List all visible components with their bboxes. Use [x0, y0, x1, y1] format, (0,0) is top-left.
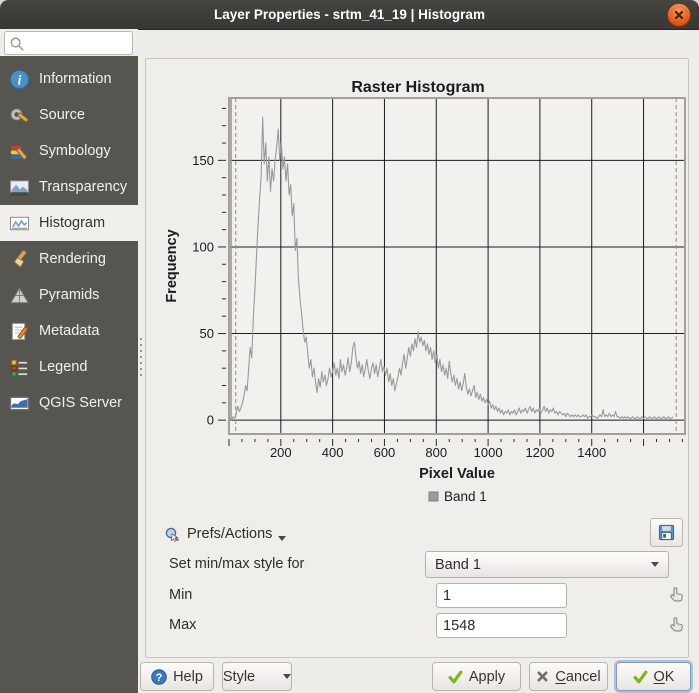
apply-button[interactable]: Apply: [432, 662, 521, 691]
sidebar-item-label: QGIS Server: [39, 395, 122, 411]
sidebar-item-label: Rendering: [39, 251, 106, 267]
svg-text:50: 50: [200, 326, 214, 341]
sidebar-item-legend[interactable]: Legend: [0, 349, 138, 385]
ok-label: OK: [654, 669, 675, 685]
sidebar-item-histogram[interactable]: Histogram: [0, 205, 138, 241]
svg-text:0: 0: [207, 413, 214, 428]
svg-text:150: 150: [192, 153, 214, 168]
transparency-icon: [8, 176, 30, 198]
metadata-icon: [8, 320, 30, 342]
sidebar-item-label: Transparency: [39, 179, 127, 195]
prefs-actions-label: Prefs/Actions: [187, 526, 272, 542]
style-label: Style: [223, 669, 255, 685]
prefs-actions-icon: [164, 526, 181, 543]
band-select-value: Band 1: [435, 557, 481, 573]
svg-text:200: 200: [270, 445, 292, 460]
max-input[interactable]: [436, 613, 567, 638]
min-label: Min: [169, 587, 192, 603]
svg-text:1400: 1400: [577, 445, 606, 460]
close-button[interactable]: [667, 3, 691, 27]
sidebar-item-label: Symbology: [39, 143, 111, 159]
chevron-down-icon: [283, 674, 291, 679]
sidebar-item-label: Pyramids: [39, 287, 99, 303]
x-icon: [536, 670, 549, 683]
cancel-button[interactable]: Cancel: [529, 662, 608, 691]
min-input[interactable]: [436, 583, 567, 608]
svg-text:600: 600: [374, 445, 396, 460]
symbology-icon: [8, 140, 30, 162]
panel-splitter-handle[interactable]: [140, 338, 142, 380]
svg-text:800: 800: [425, 445, 447, 460]
sidebar-item-source[interactable]: Source: [0, 97, 138, 133]
sidebar-item-label: Histogram: [39, 215, 105, 231]
check-icon: [633, 670, 648, 684]
qgis-server-icon: [8, 392, 30, 414]
sidebar-item-label: Metadata: [39, 323, 99, 339]
prefs-actions-button[interactable]: Prefs/Actions: [158, 521, 292, 547]
sidebar-nav: i Information Source Symbology: [0, 56, 138, 693]
source-icon: [8, 104, 30, 126]
min-pick-hand-icon[interactable]: [666, 584, 686, 604]
svg-text:400: 400: [322, 445, 344, 460]
help-icon: ?: [151, 669, 167, 685]
svg-text:1200: 1200: [525, 445, 554, 460]
max-label: Max: [169, 617, 196, 633]
layer-properties-dialog: Layer Properties - srtm_41_19 | Histogra…: [0, 0, 699, 693]
svg-text:Band 1: Band 1: [444, 489, 487, 504]
sidebar-item-symbology[interactable]: Symbology: [0, 133, 138, 169]
check-icon: [448, 670, 463, 684]
information-icon: i: [8, 68, 30, 90]
sidebar-item-label: Information: [39, 71, 112, 87]
help-label: Help: [173, 669, 203, 685]
search-box: [4, 31, 133, 55]
band-select[interactable]: Band 1: [425, 551, 669, 578]
sidebar-item-pyramids[interactable]: Pyramids: [0, 277, 138, 313]
svg-text:Raster Histogram: Raster Histogram: [351, 79, 484, 96]
pyramids-icon: [8, 284, 30, 306]
help-button[interactable]: ? Help: [140, 662, 214, 691]
sidebar-item-qgis-server[interactable]: QGIS Server: [0, 385, 138, 421]
apply-label: Apply: [469, 669, 505, 685]
rendering-icon: [8, 248, 30, 270]
sidebar-item-metadata[interactable]: Metadata: [0, 313, 138, 349]
sidebar-item-information[interactable]: i Information: [0, 61, 138, 97]
svg-text:?: ?: [156, 672, 163, 684]
sidebar-item-label: Legend: [39, 359, 87, 375]
histogram-icon: [8, 212, 30, 234]
svg-text:Pixel Value: Pixel Value: [419, 466, 495, 482]
svg-text:Frequency: Frequency: [164, 229, 180, 302]
window-title: Layer Properties - srtm_41_19 | Histogra…: [0, 0, 699, 29]
style-button[interactable]: Style: [222, 662, 292, 691]
ok-button[interactable]: OK: [616, 662, 691, 691]
cancel-label: Cancel: [555, 669, 600, 685]
legend-icon: [8, 356, 30, 378]
close-icon: [673, 9, 685, 21]
search-icon: [9, 36, 25, 52]
set-minmax-label: Set min/max style for: [169, 556, 304, 572]
save-histogram-button[interactable]: [650, 518, 683, 547]
sidebar: i Information Source Symbology: [0, 29, 138, 693]
raster-histogram-chart[interactable]: 200 400 600 800 1000 1200 1400 0 50 100 150 Raster …: [146, 71, 688, 511]
save-icon: [657, 523, 676, 542]
svg-text:1000: 1000: [474, 445, 503, 460]
svg-text:i: i: [17, 72, 21, 87]
histogram-page: 200 400 600 800 1000 1200 1400 0 50 100 150 Raster …: [145, 58, 689, 658]
sidebar-item-label: Source: [39, 107, 85, 123]
sidebar-item-transparency[interactable]: Transparency: [0, 169, 138, 205]
chevron-down-icon: [278, 536, 286, 541]
svg-text:100: 100: [192, 239, 214, 254]
sidebar-item-rendering[interactable]: Rendering: [0, 241, 138, 277]
search-input[interactable]: [27, 33, 131, 55]
chevron-down-icon: [651, 562, 659, 567]
max-pick-hand-icon[interactable]: [666, 614, 686, 634]
titlebar: Layer Properties - srtm_41_19 | Histogra…: [0, 0, 699, 30]
